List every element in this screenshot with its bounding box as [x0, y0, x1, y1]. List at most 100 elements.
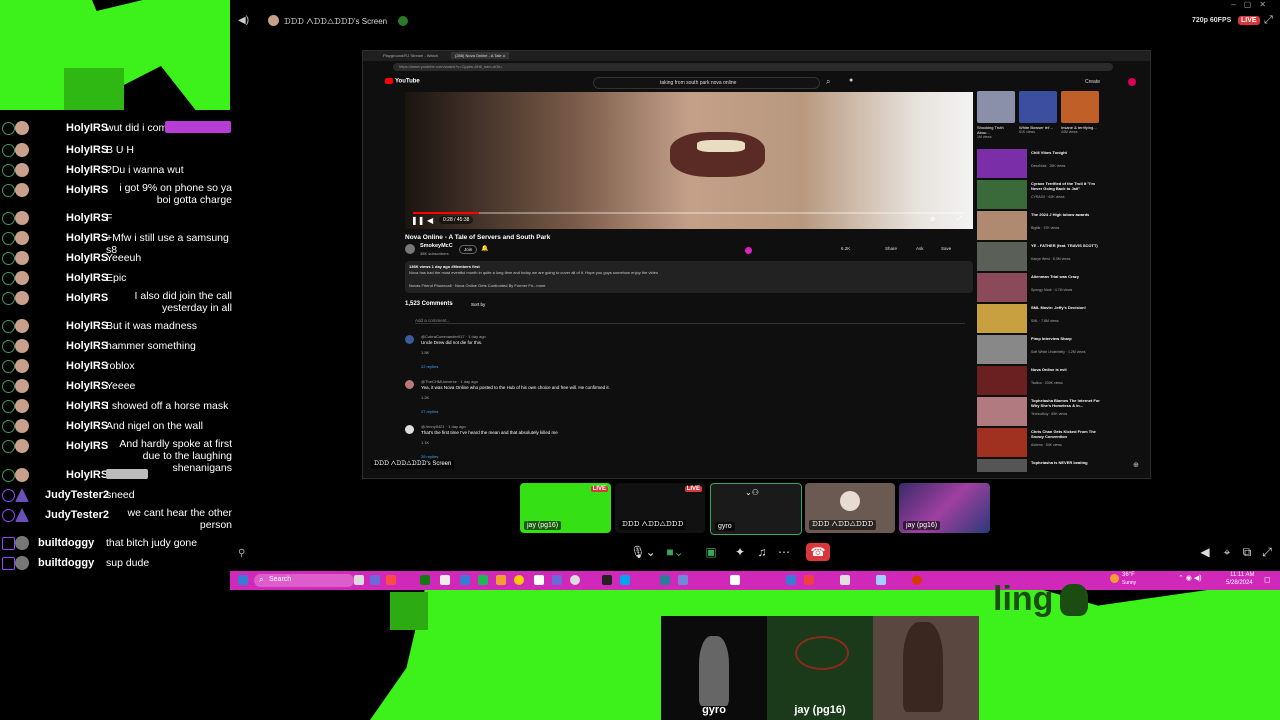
chat-username[interactable]: HolyIRS	[66, 144, 108, 156]
participant-tile[interactable]: ᗪᗪᗪ ᐱᗪᗪ△ᗪᗪᗪ	[805, 483, 895, 533]
fullscreen-icon[interactable]: ⤢	[957, 216, 962, 223]
app-icon[interactable]	[552, 575, 562, 585]
participant-tile[interactable]: LIVE ᗪᗪᗪ ᐱᗪᗪ△ᗪᗪᗪ	[615, 483, 705, 533]
comment-likes[interactable]: 1.1K	[421, 440, 429, 445]
recommended-video[interactable]: Cyraxx Terrified of the Troll It "I'm Ne…	[977, 179, 1107, 210]
popout-icon[interactable]: ⌄⚇	[745, 488, 759, 497]
maximize-icon[interactable]: ⤢	[1264, 14, 1273, 27]
chat-username[interactable]: HolyIRS	[66, 360, 108, 372]
short-card[interactable]: Shocking Truth Abou... 1M views	[977, 91, 1015, 146]
browser-tab[interactable]: (288) Nova Online - A Tale o	[451, 52, 509, 59]
taskbar-search[interactable]: ⌕ Search	[254, 574, 354, 587]
recommended-video[interactable]: Alienman Trial was Crazy Spongy Mark · 4.…	[977, 272, 1107, 303]
app-icon[interactable]	[478, 575, 488, 585]
chat-username[interactable]: builtdoggy	[38, 557, 94, 569]
activities-button[interactable]: ✦	[733, 543, 747, 561]
search-icon[interactable]: ⌕	[826, 77, 830, 87]
browser-tab[interactable]: Playground/RJ Stream - Watch	[383, 53, 438, 58]
app-icon[interactable]	[420, 575, 430, 585]
chat-username[interactable]: HolyIRS	[66, 340, 108, 352]
add-comment-input[interactable]: Add a comment...	[415, 318, 965, 324]
chat-username[interactable]: HolyIRS	[66, 252, 108, 264]
app-icon[interactable]	[876, 575, 886, 585]
description-box[interactable]: 136K views 1 day ago #Members first Nova…	[405, 261, 973, 293]
app-icon[interactable]	[370, 575, 380, 585]
like-button[interactable]: 6.2K	[841, 246, 850, 251]
app-icon[interactable]	[440, 575, 450, 585]
chat-username[interactable]: HolyIRS	[66, 272, 108, 284]
app-icon[interactable]	[620, 575, 630, 585]
app-icon[interactable]	[602, 575, 612, 585]
notifications-icon[interactable]: ◻	[1264, 575, 1271, 584]
video-player[interactable]: ❚❚ ◀ 0:28 / 45:38 ⚙ ⤢	[405, 92, 973, 229]
app-icon[interactable]	[786, 575, 796, 585]
app-icon[interactable]	[678, 575, 688, 585]
play-pause-icon[interactable]: ❚❚	[411, 216, 424, 225]
settings-icon[interactable]: ⚙	[930, 216, 935, 223]
start-icon[interactable]	[238, 575, 248, 585]
more-options-button[interactable]: ⋯	[777, 543, 791, 561]
comment-replies[interactable]: 27 replies	[421, 409, 438, 414]
avatar[interactable]	[405, 244, 415, 254]
app-icon[interactable]	[840, 575, 850, 585]
browser-urlbar[interactable]: https://www.youtube.com/watch?v=Cjqdm-8H…	[393, 63, 1113, 71]
search-input[interactable]: taking from south park nova online	[593, 77, 820, 89]
short-card[interactable]: Insane & terrifying... 44M views	[1061, 91, 1099, 146]
share-button[interactable]: Share	[885, 246, 897, 251]
recommended-video[interactable]: SML Movie: Jeffy's Decision! SML · 7.8M v…	[977, 303, 1107, 334]
youtube-logo[interactable]: YouTube	[385, 78, 420, 85]
chat-username[interactable]: HolyIRS	[66, 232, 108, 244]
pin-icon[interactable]: ⌖	[1220, 543, 1234, 561]
recommended-video[interactable]: The 2024 J High tobow awards Bigtiki · 37…	[977, 210, 1107, 241]
app-icon[interactable]	[496, 575, 506, 585]
chat-username[interactable]: HolyIRS	[66, 122, 108, 134]
disconnect-button[interactable]: ☎	[806, 543, 830, 561]
popout-window-icon[interactable]: ⧉	[1240, 543, 1254, 561]
app-icon[interactable]	[912, 575, 922, 585]
screen-share[interactable]: Playground/RJ Stream - Watch (288) Nova …	[362, 50, 1151, 479]
recommended-video[interactable]: Nova Online is evil Tactics · 200K views	[977, 365, 1107, 396]
ask-button[interactable]: Ask	[916, 246, 924, 251]
channel-name[interactable]: SmokeyMcC	[420, 243, 453, 249]
chat-username[interactable]: JudyTester2	[45, 509, 109, 521]
chat-username[interactable]: HolyIRS	[66, 400, 108, 412]
microphone-button[interactable]: 🎙⌄	[630, 543, 656, 561]
chat-username[interactable]: HolyIRS	[66, 420, 108, 432]
app-icon[interactable]	[804, 575, 814, 585]
comment-replies[interactable]: 26 replies	[421, 454, 438, 459]
app-icon[interactable]	[386, 575, 396, 585]
create-button[interactable]: Create	[1085, 79, 1100, 85]
chat-username[interactable]: HolyIRS	[66, 469, 108, 481]
volume-icon[interactable]: ◀)	[238, 15, 249, 26]
comment-user[interactable]: @Jenny5421 · 1 day ago	[421, 424, 466, 429]
chat-username[interactable]: HolyIRS	[66, 164, 108, 176]
short-card[interactable]: White Bowser let'... 51K views	[1019, 91, 1057, 146]
comment-user[interactable]: @CobraCommander917 · 1 day ago	[421, 334, 486, 339]
participant-tile[interactable]: LIVE jay (pg16)	[520, 483, 611, 533]
chat-username[interactable]: HolyIRS	[66, 184, 108, 196]
recommended-video[interactable]: Pimp Interview Sharp Soft White Underbell…	[977, 334, 1107, 365]
save-button[interactable]: Save	[941, 246, 951, 251]
join-button[interactable]: Join	[459, 245, 478, 254]
screen-share-button[interactable]: ▣	[702, 543, 720, 561]
progress-bar[interactable]	[413, 212, 965, 214]
volume-icon[interactable]: ◀	[427, 216, 433, 225]
mic-icon[interactable]: ●	[849, 77, 853, 84]
zoom-icon[interactable]: ⊕	[1133, 461, 1139, 469]
comment-user[interactable]: @TheCHMUniverse · 1 day ago	[421, 379, 478, 384]
fullscreen-icon[interactable]: ⤢	[1260, 543, 1274, 561]
app-icon[interactable]	[730, 575, 740, 585]
chat-username[interactable]: builtdoggy	[38, 537, 94, 549]
app-icon[interactable]	[660, 575, 670, 585]
recommended-video[interactable]: YE - FATHER (feat. TRAVIS SCOTT) Kanye We…	[977, 241, 1107, 272]
scroll-icon[interactable]: ⚲	[238, 548, 245, 559]
participant-tile[interactable]: jay (pg16)	[899, 483, 990, 533]
tray-icons[interactable]: ⌃ ◉ ◀)	[1178, 574, 1202, 582]
sort-button[interactable]: Sort by	[471, 302, 485, 307]
volume-icon[interactable]: ◀	[1198, 543, 1212, 561]
recommended-video[interactable]: Chris Chan Gets Kicked From The Snowy Co…	[977, 427, 1107, 458]
weather-icon[interactable]	[1110, 574, 1119, 583]
comment-replies[interactable]: 22 replies	[421, 364, 438, 369]
chat-username[interactable]: HolyIRS	[66, 212, 108, 224]
avatar[interactable]	[1128, 78, 1136, 86]
